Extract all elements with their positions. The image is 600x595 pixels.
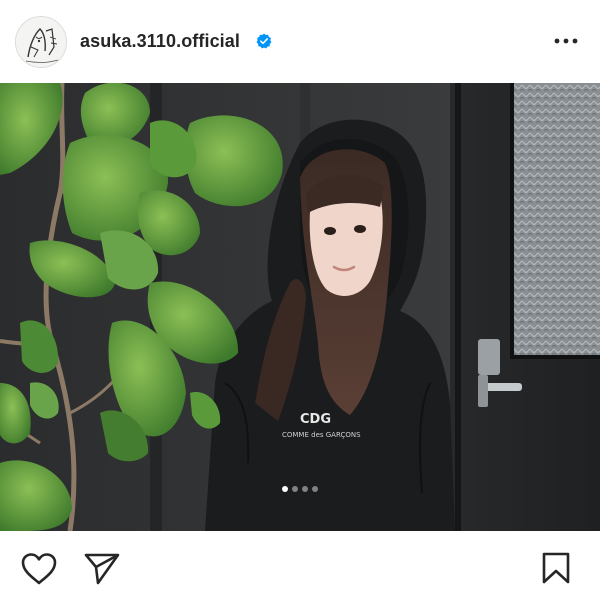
carousel-dot[interactable] — [292, 486, 298, 492]
post-header: asuka.3110.official — [0, 0, 600, 83]
svg-text:CDG: CDG — [300, 412, 331, 427]
paper-plane-icon[interactable] — [83, 552, 121, 591]
more-options-icon[interactable] — [551, 32, 581, 50]
post-actions — [0, 531, 600, 595]
username[interactable]: asuka.3110.official — [80, 31, 240, 52]
carousel-dot[interactable] — [302, 486, 308, 492]
heart-icon[interactable] — [20, 552, 58, 591]
carousel-indicator — [0, 486, 600, 494]
svg-text:COMME des GARÇONS: COMME des GARÇONS — [282, 431, 361, 439]
photo-scene: CDG COMME des GARÇONS — [0, 83, 600, 531]
bookmark-icon[interactable] — [541, 551, 571, 590]
avatar-sketch-image — [16, 17, 66, 67]
carousel-dot[interactable] — [282, 486, 288, 492]
verified-badge-icon — [256, 33, 272, 49]
carousel-dot[interactable] — [312, 486, 318, 492]
avatar[interactable] — [15, 16, 67, 68]
post-photo[interactable]: CDG COMME des GARÇONS — [0, 83, 600, 531]
